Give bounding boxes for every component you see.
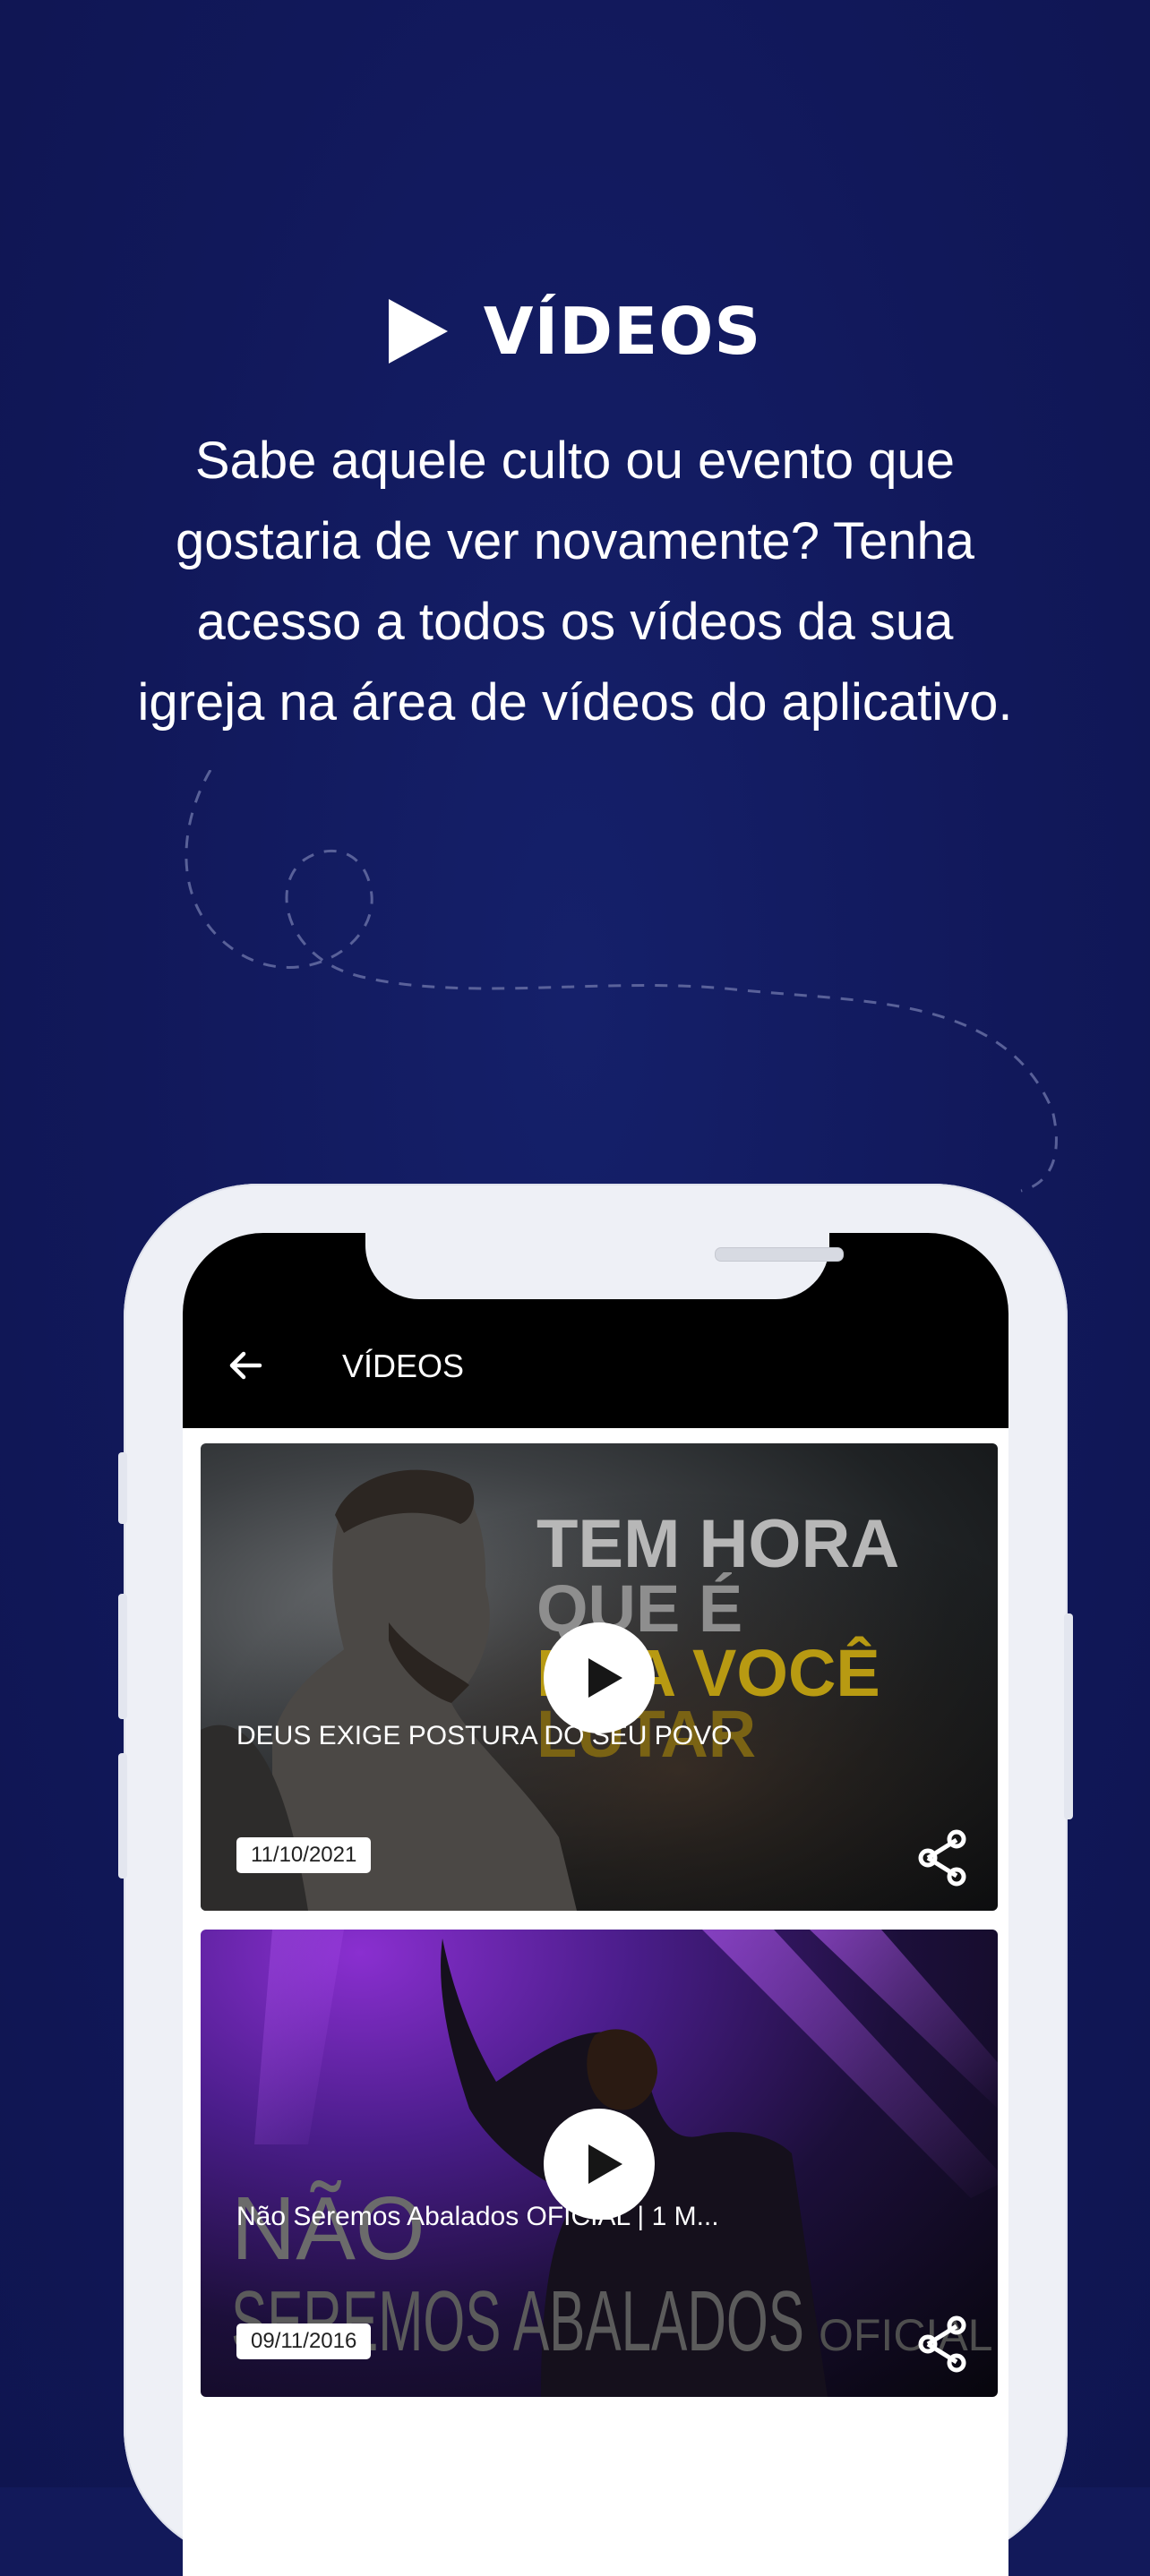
decorative-dashed-path: [185, 770, 1058, 1193]
promo-heading: VÍDEOS: [0, 294, 1150, 369]
phone-volume-up: [118, 1594, 127, 1719]
phone-mockup: VÍDEOS TEM HORA QUE É PRA VOCÊ LUTAR DEU…: [118, 1184, 1073, 2576]
phone-side-button: [118, 1452, 127, 1524]
app-bar-title: VÍDEOS: [342, 1348, 465, 1384]
video-title: DEUS EXIGE POSTURA DO SEU POVO: [236, 1721, 733, 1750]
video-card[interactable]: TEM HORA QUE É PRA VOCÊ LUTAR DEUS EXIGE…: [201, 1443, 998, 1911]
share-icon[interactable]: [915, 1828, 971, 1887]
phone-speaker: [715, 1247, 844, 1262]
video-date: 09/11/2016: [236, 2324, 372, 2359]
video-card[interactable]: NÃO SEREMOS ABALADOS OFICIAL Não Seremos…: [201, 1930, 998, 2397]
video-title: Não Seremos Abalados OFICIAL | 1 M...: [236, 2202, 719, 2231]
phone-volume-down: [118, 1753, 127, 1879]
phone-power-button: [1064, 1613, 1073, 1819]
share-icon[interactable]: [915, 2315, 971, 2374]
phone-notch: [365, 1233, 844, 1299]
promo-title: VÍDEOS: [483, 294, 762, 369]
video-date: 11/10/2021: [236, 1837, 372, 1873]
play-button[interactable]: [544, 1622, 655, 1733]
arrow-left-icon[interactable]: [224, 1344, 267, 1387]
phone-screen: VÍDEOS TEM HORA QUE É PRA VOCÊ LUTAR DEU…: [183, 1233, 1008, 2576]
promo-description: Sabe aquele culto ou evento que gostaria…: [137, 432, 1013, 732]
app-bar: VÍDEOS: [183, 1233, 1008, 1428]
play-icon: [388, 299, 448, 364]
